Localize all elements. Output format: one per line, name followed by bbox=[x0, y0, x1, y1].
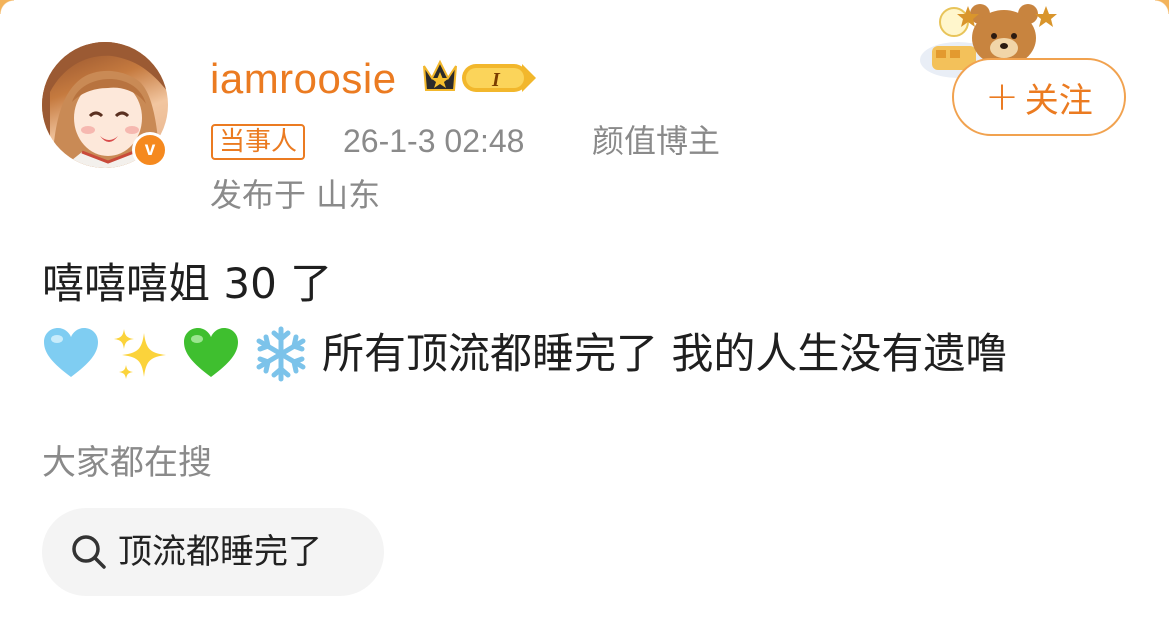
search-icon bbox=[72, 535, 106, 569]
username[interactable]: iamroosie bbox=[210, 54, 397, 104]
post-location: 发布于 山东 bbox=[210, 176, 381, 214]
level-badge-text: I bbox=[491, 69, 501, 91]
post-text-line2: 所有顶流都睡完了 我的人生没有遗噜 bbox=[42, 324, 1007, 384]
crown-level-badge-icon: I bbox=[423, 59, 536, 92]
snowflake-icon bbox=[252, 325, 310, 383]
post-card: v iamroosie I 当事人 26-1-3 02:48 颜值博主 发布于 … bbox=[0, 0, 1169, 620]
trending-search-chip[interactable]: 顶流都睡完了 bbox=[42, 508, 384, 596]
card-corner-right bbox=[1155, 0, 1169, 14]
card-corner-left bbox=[0, 0, 14, 14]
post-text-line2-content: 所有顶流都睡完了 我的人生没有遗噜 bbox=[322, 329, 1008, 378]
user-role: 颜值博主 bbox=[592, 122, 721, 160]
post-timestamp: 26-1-3 02:48 bbox=[343, 123, 525, 159]
post-text-line1: 嘻嘻嘻姐 30 了 bbox=[42, 259, 333, 308]
trending-search-label: 顶流都睡完了 bbox=[118, 532, 322, 572]
light-blue-heart-icon bbox=[42, 325, 100, 383]
plus-icon: + bbox=[985, 74, 1019, 120]
follow-button[interactable]: + 关注 bbox=[952, 58, 1126, 136]
green-heart-icon bbox=[182, 325, 240, 383]
trending-search-heading: 大家都在搜 bbox=[42, 443, 212, 483]
sparkles-icon bbox=[112, 325, 170, 383]
follow-button-label: 关注 bbox=[1024, 80, 1093, 121]
verified-badge-icon: v bbox=[132, 132, 168, 168]
participant-tag: 当事人 bbox=[211, 124, 306, 160]
